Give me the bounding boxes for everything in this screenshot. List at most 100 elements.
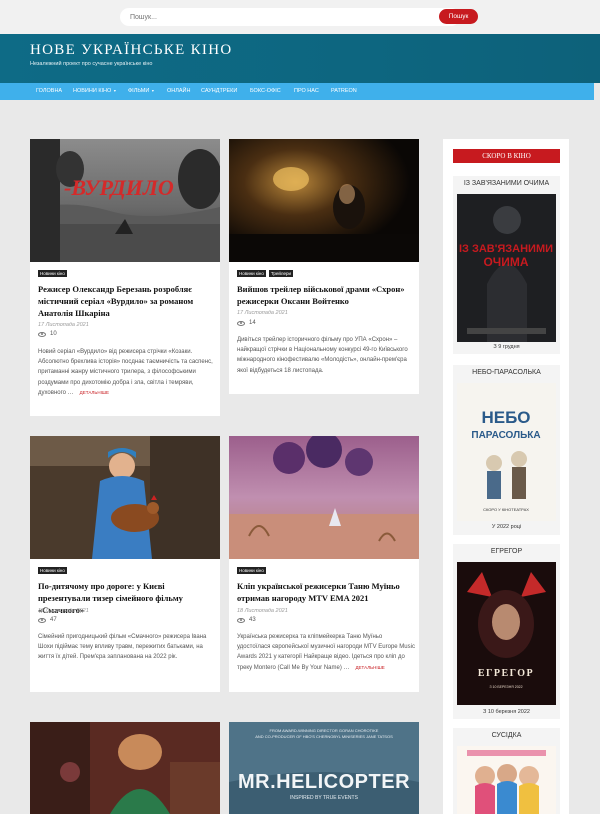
nav-item-label: Patreon — [331, 88, 357, 94]
nav-item-news[interactable]: Новини кіно ▾ — [73, 88, 116, 94]
movie-title[interactable]: Сусідка — [453, 732, 560, 739]
post-image[interactable] — [30, 436, 220, 559]
poster-title: ЕГРЕГОР — [478, 668, 534, 679]
poster-credit-line: FROM AWARD-WINNING DIRECTOR GORAN CHOROT… — [270, 728, 379, 733]
post-views: 14 — [237, 320, 256, 326]
excerpt-text: Сімейний пригодницький фільм «Смачного» … — [38, 634, 207, 661]
post-categories: Новини кіно — [237, 567, 266, 574]
movie-poster[interactable]: ІЗ ЗАВ'ЯЗАНИМИ ОЧИМА — [457, 194, 556, 342]
nav-item-home[interactable]: Головна — [36, 88, 62, 94]
chevron-down-icon: ▾ — [151, 88, 154, 93]
post-title[interactable]: Кліп української режисерки Таню Муїньо о… — [237, 580, 413, 604]
post-image-title: -ВУРДИЛО — [64, 175, 174, 200]
post-image[interactable] — [30, 722, 220, 814]
poster-subtitle: INSPIRED BY TRUE EVENTS — [290, 795, 359, 801]
post-excerpt: Дивіться трейлер історичного фільму про … — [237, 335, 415, 376]
post-card: -ВУРДИЛО Новини кіно Режисер Олександр Б… — [30, 139, 220, 416]
search-button[interactable]: Пошук — [439, 9, 478, 24]
post-card — [30, 722, 220, 814]
eye-icon — [237, 320, 245, 326]
read-more-link[interactable]: Детальніше — [355, 665, 384, 670]
nav-edge — [594, 83, 600, 100]
post-image[interactable]: -ВУРДИЛО — [30, 139, 220, 262]
post-categories: Новини кіно — [38, 567, 67, 574]
movie-poster[interactable]: НЕБО ПАРАСОЛЬКА СКОРО У КІНОТЕАТРАХ — [457, 383, 556, 521]
poster-title-line: ІЗ ЗАВ'ЯЗАНИМИ — [459, 243, 553, 255]
site-title[interactable]: НОВЕ УКРАЇНСЬКЕ КІНО — [30, 42, 233, 59]
post-views: 10 — [38, 331, 57, 337]
nav-item-label: Бокс-офіс — [250, 88, 281, 94]
poster-title-line: НЕБО — [481, 408, 530, 427]
nav-item-patreon[interactable]: Patreon — [331, 88, 357, 94]
excerpt-text: Новий серіал «Вурдило» від режисера стрі… — [38, 349, 213, 396]
movie-release-date: З 9 грудня — [493, 344, 520, 350]
movie-title[interactable]: Із зав'язаними очима — [453, 180, 560, 187]
poster-title-line: ОЧИМА — [483, 255, 528, 269]
post-date: 17 Листопада 2021 — [38, 322, 89, 328]
category-badge[interactable]: Новини кіно — [38, 567, 67, 574]
category-badge[interactable]: Новини кіно — [237, 567, 266, 574]
search-input[interactable] — [120, 8, 460, 26]
post-categories: Новини кіно Трейлери — [237, 270, 294, 277]
nav-item-label: Про нас — [294, 88, 319, 94]
nav-item-soundtracks[interactable]: Саундтреки — [201, 88, 237, 94]
main-nav: Головна Новини кіно ▾ Фільми ▾ Онлайн Са… — [0, 83, 594, 100]
post-image[interactable] — [229, 436, 419, 559]
view-count: 14 — [249, 320, 256, 326]
post-card: FROM AWARD-WINNING DIRECTOR GORAN CHOROT… — [229, 722, 419, 814]
movie-poster[interactable] — [457, 746, 556, 814]
sidebar-movie[interactable]: Сусідка — [453, 728, 560, 814]
post-views: 43 — [237, 617, 256, 623]
movie-release-date: У 2022 році — [491, 524, 522, 530]
post-excerpt: Сімейний пригодницький фільм «Смачного» … — [38, 632, 216, 663]
view-count: 10 — [50, 331, 57, 337]
site-tagline: Незалежний проект про сучасне українське… — [30, 61, 153, 67]
nav-item-films[interactable]: Фільми ▾ — [128, 88, 154, 94]
poster-subtitle: З 10 БЕРЕЗНЯ 2022 — [489, 685, 522, 689]
movie-release-date: З 10 березня 2022 — [483, 709, 530, 715]
sidebar-movie[interactable]: Із зав'язаними очима ІЗ ЗАВ'ЯЗАНИМИ ОЧИМ… — [453, 176, 560, 354]
site-header: НОВЕ УКРАЇНСЬКЕ КІНО Незалежний проект п… — [0, 34, 600, 83]
eye-icon — [38, 331, 46, 337]
movie-title[interactable]: Небо-парасолька — [453, 369, 560, 376]
post-date: 17 Листопада 2021 — [237, 310, 288, 316]
read-more-link[interactable]: Детальніше — [80, 390, 109, 395]
category-badge[interactable]: Новини кіно — [38, 270, 67, 277]
poster-credit-line: AND CO-PRODUCER OF HBO'S CHERNOBYL MINIS… — [255, 734, 393, 739]
excerpt-text: Дивіться трейлер історичного фільму про … — [237, 337, 408, 374]
nav-item-label: Головна — [36, 88, 63, 94]
view-count: 43 — [249, 617, 256, 623]
post-image[interactable] — [229, 139, 419, 262]
nav-item-label: Онлайн — [167, 88, 191, 94]
poster-title-line: ПАРАСОЛЬКА — [471, 430, 540, 441]
eye-icon — [237, 617, 245, 623]
category-badge[interactable]: Новини кіно — [237, 270, 266, 277]
post-excerpt: Новий серіал «Вурдило» від режисера стрі… — [38, 347, 216, 398]
post-card: Новини кіно Трейлери Вийшов трейлер війс… — [229, 139, 419, 394]
movie-title[interactable]: Егрегор — [453, 548, 560, 555]
eye-icon — [38, 617, 46, 623]
excerpt-text: Українська режисерка та кліпмейкерка Тан… — [237, 634, 415, 671]
category-badge[interactable]: Трейлери — [268, 270, 294, 277]
view-count: 47 — [50, 617, 57, 623]
poster-subtitle: СКОРО У КІНОТЕАТРАХ — [483, 507, 529, 512]
nav-item-label: Саундтреки — [201, 88, 238, 94]
nav-item-label: Фільми — [128, 88, 150, 94]
sidebar-movie[interactable]: Егрегор ЕГРЕГОР З 10 БЕРЕЗНЯ 2022 З 10 б… — [453, 544, 560, 719]
post-categories: Новини кіно — [38, 270, 67, 277]
poster-title: MR.HELICOPTER — [238, 771, 410, 793]
sidebar-widget-coming-soon: Скоро в кіно Із зав'язаними очима ІЗ ЗАВ… — [443, 139, 569, 814]
nav-item-about[interactable]: Про нас — [294, 88, 319, 94]
nav-item-online[interactable]: Онлайн — [167, 88, 190, 94]
post-card: Новини кіно Кліп української режисерки Т… — [229, 436, 419, 692]
top-search-bar: Пошук — [0, 0, 600, 34]
post-views: 47 — [38, 617, 57, 623]
post-title[interactable]: Вийшов трейлер військової драми «Схрон» … — [237, 283, 413, 307]
movie-poster[interactable]: ЕГРЕГОР З 10 БЕРЕЗНЯ 2022 — [457, 562, 556, 705]
post-image[interactable]: FROM AWARD-WINNING DIRECTOR GORAN CHOROT… — [229, 722, 419, 814]
post-excerpt: Українська режисерка та кліпмейкерка Тан… — [237, 632, 415, 673]
post-title[interactable]: Режисер Олександр Березань розробляє міс… — [38, 283, 214, 319]
sidebar-movie[interactable]: Небо-парасолька НЕБО ПАРАСОЛЬКА СКОРО У … — [453, 365, 560, 535]
post-date: 18 Листопада 2021 — [237, 608, 288, 614]
nav-item-box-office[interactable]: Бокс-офіс — [250, 88, 281, 94]
